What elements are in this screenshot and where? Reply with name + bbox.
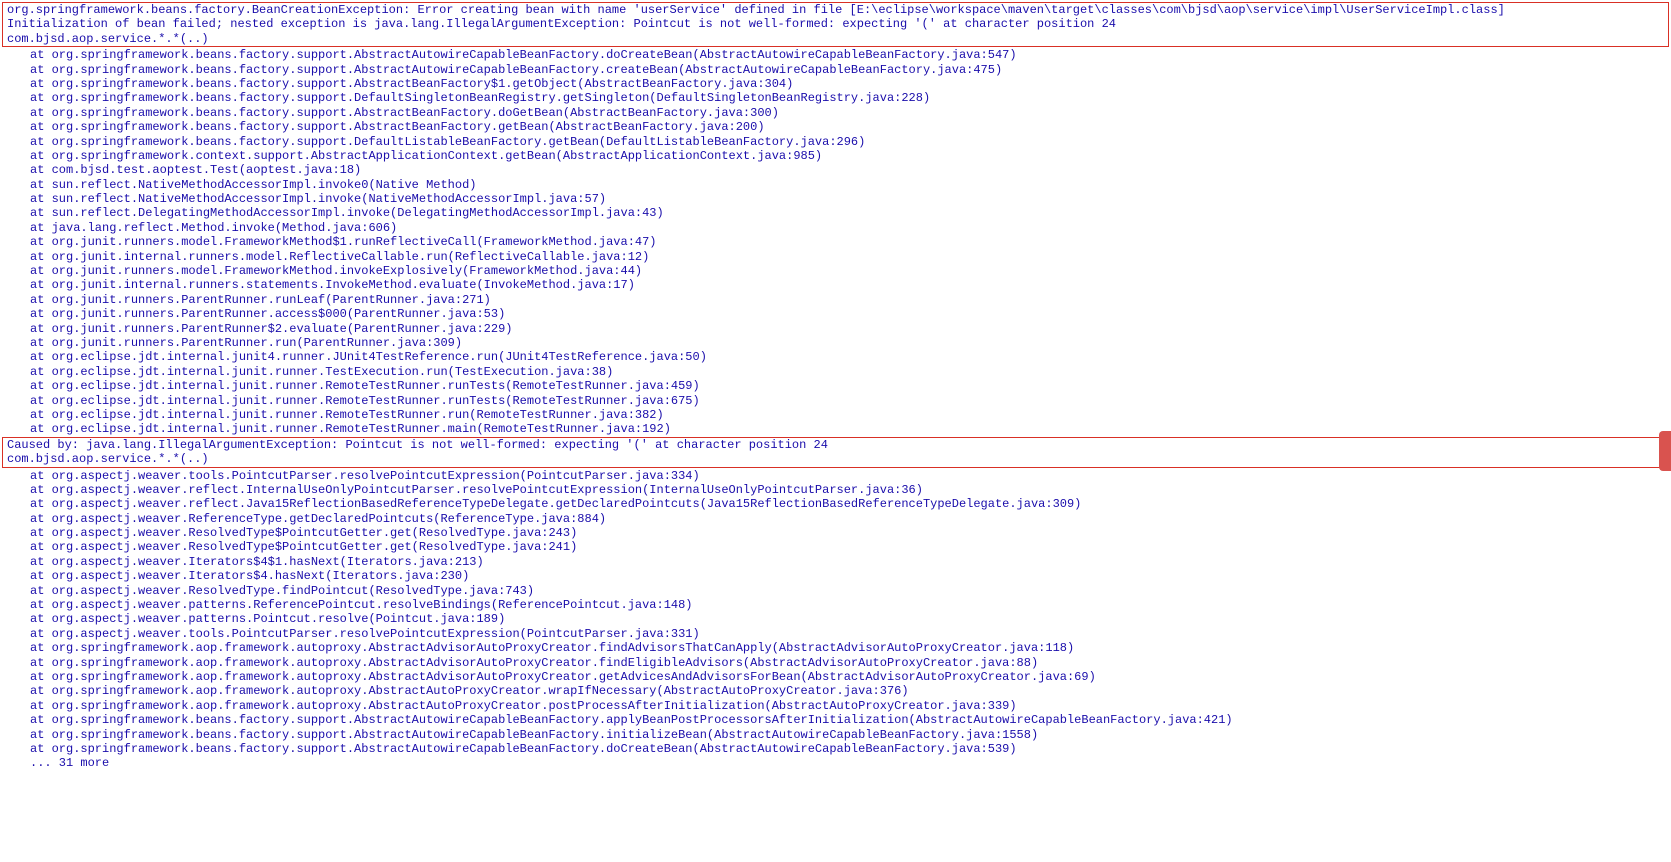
stack-frame-line: at org.junit.runners.model.FrameworkMeth… bbox=[2, 264, 1669, 278]
stack-frame-line: at org.springframework.beans.factory.sup… bbox=[2, 91, 1669, 105]
stack-frame-line: at org.springframework.beans.factory.sup… bbox=[2, 742, 1669, 756]
sidebar-toggle-icon[interactable] bbox=[1659, 431, 1671, 471]
stack-frame-line: at org.junit.runners.ParentRunner.runLea… bbox=[2, 293, 1669, 307]
stack-frame-line: at org.springframework.beans.factory.sup… bbox=[2, 48, 1669, 62]
stack-frame-line: at org.springframework.aop.framework.aut… bbox=[2, 699, 1669, 713]
stack-frame-line: at java.lang.reflect.Method.invoke(Metho… bbox=[2, 221, 1669, 235]
stack-frame-line: at org.springframework.aop.framework.aut… bbox=[2, 641, 1669, 655]
stack-frame-line: at org.junit.internal.runners.statements… bbox=[2, 278, 1669, 292]
stack-frame-line: at org.junit.runners.model.FrameworkMeth… bbox=[2, 235, 1669, 249]
stack-frame-line: at org.aspectj.weaver.patterns.Pointcut.… bbox=[2, 612, 1669, 626]
stack-frame-line: at org.aspectj.weaver.ResolvedType$Point… bbox=[2, 540, 1669, 554]
exception-header-block: org.springframework.beans.factory.BeanCr… bbox=[2, 2, 1669, 47]
stack-frame-line: at sun.reflect.DelegatingMethodAccessorI… bbox=[2, 206, 1669, 220]
stack-frame-line: at org.springframework.aop.framework.aut… bbox=[2, 684, 1669, 698]
stack-frame-line: at org.springframework.beans.factory.sup… bbox=[2, 120, 1669, 134]
stack-frame-line: at org.eclipse.jdt.internal.junit.runner… bbox=[2, 408, 1669, 422]
more-frames-line: ... 31 more bbox=[2, 756, 1669, 770]
stack-frames-block: at org.aspectj.weaver.tools.PointcutPars… bbox=[2, 469, 1669, 757]
stack-frame-line: at org.aspectj.weaver.ReferenceType.getD… bbox=[2, 512, 1669, 526]
stack-frame-line: at org.springframework.beans.factory.sup… bbox=[2, 106, 1669, 120]
stack-frame-line: at org.eclipse.jdt.internal.junit.runner… bbox=[2, 422, 1669, 436]
stack-frame-line: at org.eclipse.jdt.internal.junit.runner… bbox=[2, 379, 1669, 393]
stack-frame-line: at org.springframework.beans.factory.sup… bbox=[2, 135, 1669, 149]
stack-frame-line: at org.eclipse.jdt.internal.junit4.runne… bbox=[2, 350, 1669, 364]
stack-frame-line: at org.aspectj.weaver.patterns.Reference… bbox=[2, 598, 1669, 612]
stack-frame-line: at org.junit.runners.ParentRunner.run(Pa… bbox=[2, 336, 1669, 350]
stack-frame-line: at org.eclipse.jdt.internal.junit.runner… bbox=[2, 365, 1669, 379]
caused-by-line: com.bjsd.aop.service.*.*(..) bbox=[3, 452, 1668, 466]
stack-frame-line: at org.aspectj.weaver.reflect.InternalUs… bbox=[2, 483, 1669, 497]
stack-frame-line: at org.aspectj.weaver.ResolvedType.findP… bbox=[2, 584, 1669, 598]
stack-frame-line: at sun.reflect.NativeMethodAccessorImpl.… bbox=[2, 178, 1669, 192]
exception-line: Initialization of bean failed; nested ex… bbox=[3, 17, 1668, 31]
stack-frame-line: at sun.reflect.NativeMethodAccessorImpl.… bbox=[2, 192, 1669, 206]
stack-frame-line: at org.springframework.beans.factory.sup… bbox=[2, 77, 1669, 91]
stack-frame-line: at org.aspectj.weaver.tools.PointcutPars… bbox=[2, 469, 1669, 483]
stack-frame-line: at org.junit.runners.ParentRunner$2.eval… bbox=[2, 322, 1669, 336]
stack-frame-line: at org.springframework.aop.framework.aut… bbox=[2, 656, 1669, 670]
stack-frame-line: at com.bjsd.test.aoptest.Test(aoptest.ja… bbox=[2, 163, 1669, 177]
stack-frame-line: at org.aspectj.weaver.Iterators$4.hasNex… bbox=[2, 569, 1669, 583]
stack-frame-line: at org.junit.runners.ParentRunner.access… bbox=[2, 307, 1669, 321]
stacktrace-output: org.springframework.beans.factory.BeanCr… bbox=[0, 0, 1671, 773]
stack-frame-line: at org.aspectj.weaver.ResolvedType$Point… bbox=[2, 526, 1669, 540]
stack-frame-line: at org.eclipse.jdt.internal.junit.runner… bbox=[2, 394, 1669, 408]
stack-frame-line: at org.junit.internal.runners.model.Refl… bbox=[2, 250, 1669, 264]
caused-by-line: Caused by: java.lang.IllegalArgumentExce… bbox=[3, 438, 1668, 452]
stack-frame-line: at org.aspectj.weaver.Iterators$4$1.hasN… bbox=[2, 555, 1669, 569]
stack-frame-line: at org.springframework.context.support.A… bbox=[2, 149, 1669, 163]
stack-frame-line: at org.aspectj.weaver.reflect.Java15Refl… bbox=[2, 497, 1669, 511]
exception-line: org.springframework.beans.factory.BeanCr… bbox=[3, 3, 1668, 17]
exception-line: com.bjsd.aop.service.*.*(..) bbox=[3, 32, 1668, 46]
stack-frame-line: at org.springframework.beans.factory.sup… bbox=[2, 63, 1669, 77]
caused-by-block: Caused by: java.lang.IllegalArgumentExce… bbox=[2, 437, 1669, 468]
stack-frame-line: at org.aspectj.weaver.tools.PointcutPars… bbox=[2, 627, 1669, 641]
stack-frames-block: at org.springframework.beans.factory.sup… bbox=[2, 48, 1669, 437]
stack-frame-line: at org.springframework.beans.factory.sup… bbox=[2, 713, 1669, 727]
stack-frame-line: at org.springframework.aop.framework.aut… bbox=[2, 670, 1669, 684]
stack-frame-line: at org.springframework.beans.factory.sup… bbox=[2, 728, 1669, 742]
